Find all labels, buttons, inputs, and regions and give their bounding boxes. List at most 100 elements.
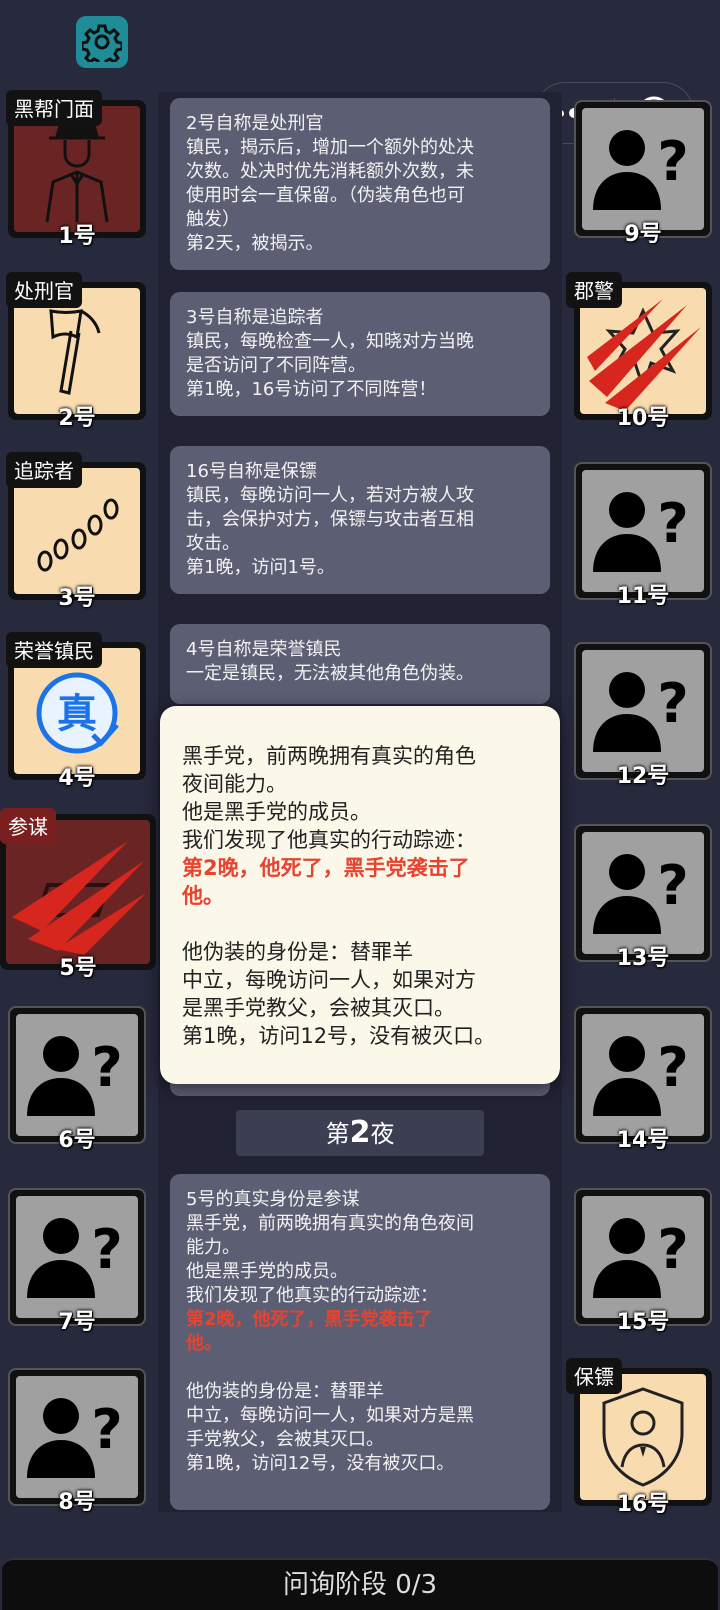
card-line: 触发） <box>186 209 240 230</box>
svg-text:?: ? <box>91 1218 122 1281</box>
player-number: 6号 <box>58 1128 96 1153</box>
player-1[interactable]: 黑帮门面 1号 <box>6 90 146 249</box>
card-line: 第2天，被揭示。 <box>186 233 324 254</box>
gear-icon <box>82 24 122 62</box>
card-line: 攻击。 <box>186 533 240 554</box>
role-tag: 黑帮门面 <box>6 90 102 126</box>
card-line: 我们发现了他真实的行动踪迹： <box>186 1285 438 1306</box>
player-number: 14号 <box>616 1128 670 1153</box>
popup-line: 他是黑手党的成员。 <box>182 800 371 824</box>
player-number: 7号 <box>58 1310 96 1335</box>
night-suffix: 夜 <box>370 1120 395 1148</box>
player-number: 16号 <box>616 1492 670 1517</box>
bodyguard-shield-icon <box>602 1387 684 1487</box>
card-line: 镇民，每晚访问一人，若对方被人攻 <box>186 485 474 506</box>
player-14[interactable]: ? 14号 <box>574 1006 712 1153</box>
player-number: 13号 <box>616 946 670 971</box>
player-6[interactable]: ? 6号 <box>8 1006 146 1153</box>
role-tag: 处刑官 <box>6 272 82 308</box>
svg-text:?: ? <box>657 854 688 917</box>
night-header: 第2夜 <box>236 1110 484 1156</box>
true-badge-icon: 真 <box>36 672 119 754</box>
svg-text:?: ? <box>657 130 688 193</box>
player-16[interactable]: 保镖 16号 <box>566 1358 712 1517</box>
role-tag: 荣誉镇民 <box>6 632 102 668</box>
card-line: 次数。处决时优先消耗额外次数，未 <box>186 161 474 182</box>
popup-line: 他伪装的身份是：替罪羊 <box>182 940 413 964</box>
claw-scratch-icon <box>12 841 146 955</box>
player-9[interactable]: ? 9号 <box>574 100 712 247</box>
svg-text:?: ? <box>657 672 688 735</box>
player-8[interactable]: ? 8号 <box>8 1368 146 1515</box>
role-tag: 保镖 <box>566 1358 622 1394</box>
unknown-person-icon: ? <box>593 854 689 934</box>
unknown-person-icon: ? <box>27 1036 123 1116</box>
card-line: 他是黑手党的成员。 <box>186 1261 348 1282</box>
card-claim: 4号自称是荣誉镇民 <box>186 639 342 660</box>
player-7[interactable]: ? 7号 <box>8 1188 146 1335</box>
svg-text:?: ? <box>91 1398 122 1461</box>
card-line: 是否访问了不同阵营。 <box>186 355 366 376</box>
popup-line: 黑手党，前两晚拥有真实的角色 <box>182 744 476 768</box>
player-number: 11号 <box>616 584 670 609</box>
card-line: 镇民，每晚检查一人，知晓对方当晚 <box>186 331 474 352</box>
role-tag: 追踪者 <box>6 452 82 488</box>
night-number: 2 <box>349 1115 371 1150</box>
player-number: 9号 <box>624 222 662 247</box>
player-number: 3号 <box>58 586 96 611</box>
card-line: 第1晚，访问1号。 <box>186 557 335 578</box>
player-number: 2号 <box>58 406 96 431</box>
popup-red-line: 第2晚，他死了，黑手党袭击了 <box>182 856 470 880</box>
popup-line: 中立，每晚访问一人，如果对方 <box>182 968 476 992</box>
card-claim: 5号的真实身份是参谋 <box>186 1189 360 1210</box>
player-11[interactable]: ? 11号 <box>574 462 712 609</box>
role-detail-popup[interactable]: 黑手党，前两晚拥有真实的角色 夜间能力。 他是黑手党的成员。 我们发现了他真实的… <box>160 706 560 1084</box>
card-line: 他伪装的身份是：替罪羊 <box>186 1381 384 1402</box>
settings-button[interactable] <box>76 16 128 68</box>
player-10[interactable]: 郡警 10号 <box>566 272 712 431</box>
log-card-4: 4号自称是荣誉镇民 一定是镇民，无法被其他角色伪装。 <box>170 624 550 704</box>
unknown-person-icon: ? <box>593 130 689 210</box>
card-claim: 16号自称是保镖 <box>186 461 317 482</box>
log-card-16: 16号自称是保镖 镇民，每晚访问一人，若对方被人攻 击，会保护对方，保镖与攻击者… <box>170 446 550 594</box>
player-4[interactable]: 真 荣誉镇民 4号 <box>6 632 146 791</box>
popup-red-line: 他。 <box>182 884 224 908</box>
unknown-person-icon: ? <box>27 1218 123 1298</box>
popup-line: 我们发现了他真实的行动踪迹： <box>182 828 476 852</box>
player-15[interactable]: ? 15号 <box>574 1188 712 1335</box>
card-red-line: 他。 <box>186 1333 222 1354</box>
phase-bar: 问询阶段 0/3 <box>2 1558 718 1610</box>
player-number: 4号 <box>58 766 96 791</box>
player-2[interactable]: 处刑官 2号 <box>6 272 146 431</box>
svg-text:?: ? <box>657 492 688 555</box>
player-5[interactable]: 参谋 5号 <box>0 808 156 981</box>
player-number: 15号 <box>616 1310 670 1335</box>
card-line: 手党教父，会被其灭口。 <box>186 1429 384 1450</box>
player-12[interactable]: ? 12号 <box>574 642 712 789</box>
log-card-5: 5号的真实身份是参谋 黑手党，前两晚拥有真实的角色夜间 能力。 他是黑手党的成员… <box>170 1174 550 1510</box>
unknown-person-icon: ? <box>593 1218 689 1298</box>
phase-label: 问询阶段 0/3 <box>282 1570 438 1600</box>
player-number: 8号 <box>58 1490 96 1515</box>
player-number: 10号 <box>616 406 670 431</box>
card-red-line: 第2晚，他死了，黑手党袭击了 <box>186 1309 433 1330</box>
svg-text:?: ? <box>91 1036 122 1099</box>
card-line: 第1晚，16号访问了不同阵营！ <box>186 379 437 400</box>
card-line: 中立，每晚访问一人，如果对方是黑 <box>186 1405 474 1426</box>
card-line: 能力。 <box>186 1237 240 1258</box>
card-line: 第1晚，访问12号，没有被灭口。 <box>186 1453 455 1474</box>
card-line: 击，会保护对方，保镖与攻击者互相 <box>186 509 474 530</box>
card-claim: 3号自称是追踪者 <box>186 307 324 328</box>
unknown-person-icon: ? <box>27 1398 123 1478</box>
svg-text:?: ? <box>657 1218 688 1281</box>
player-number: 12号 <box>616 764 670 789</box>
role-tag: 参谋 <box>0 808 56 844</box>
sheriff-star-icon <box>587 299 701 411</box>
player-3[interactable]: 追踪者 3号 <box>6 452 146 611</box>
player-13[interactable]: ? 13号 <box>574 824 712 971</box>
axe-icon <box>49 309 101 395</box>
log-card-2: 2号自称是处刑官 镇民，揭示后，增加一个额外的处决 次数。处决时优先消耗额外次数… <box>170 98 550 270</box>
svg-text:?: ? <box>657 1036 688 1099</box>
svg-text:真: 真 <box>57 691 97 737</box>
card-line: 使用时会一直保留。（伪装角色也可 <box>186 185 465 206</box>
